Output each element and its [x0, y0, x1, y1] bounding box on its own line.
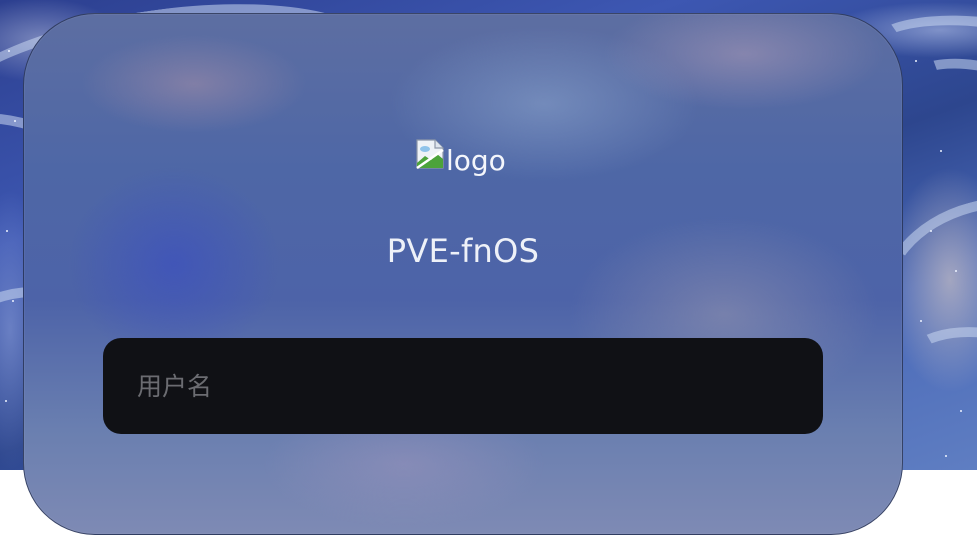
- username-input[interactable]: [103, 338, 823, 434]
- logo: logo: [415, 134, 506, 177]
- broken-image-icon: [416, 139, 444, 169]
- logo-alt-text: logo: [446, 144, 506, 177]
- site-title: PVE-fnOS: [386, 232, 540, 270]
- login-card: logo PVE-fnOS: [23, 13, 903, 535]
